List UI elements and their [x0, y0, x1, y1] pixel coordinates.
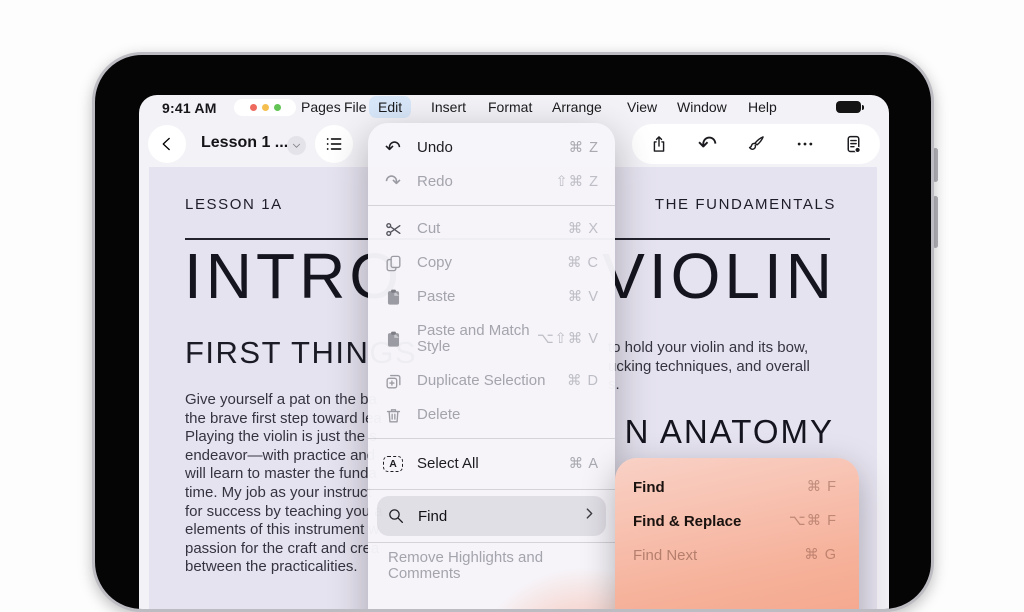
submenu-item-find[interactable]: Find ⌘ F: [615, 470, 859, 504]
menu-arrange[interactable]: Arrange: [552, 99, 602, 115]
select-all-icon: A: [382, 456, 404, 472]
clock: 9:41 AM: [162, 100, 217, 116]
menu-window[interactable]: Window: [677, 99, 727, 115]
menu-file[interactable]: File: [344, 99, 367, 115]
document-view-icon: [843, 134, 864, 155]
submenu-item-find-next[interactable]: Find Next ⌘ G: [615, 538, 859, 572]
menu-item-select-all[interactable]: A Select All ⌘ A: [368, 445, 615, 483]
menu-separator: [368, 205, 615, 206]
chevron-down-icon: [291, 140, 302, 151]
undo-icon: ↶: [698, 133, 717, 156]
document-title-menu-button[interactable]: [287, 136, 306, 155]
battery-icon: [836, 101, 861, 113]
menu-view[interactable]: View: [627, 99, 657, 115]
redo-icon: ↷: [382, 173, 404, 192]
body-line: Playing the violin is just the s: [185, 428, 383, 447]
fundamentals-eyebrow: THE FUNDAMENTALS: [655, 196, 836, 213]
body-line: s.: [608, 376, 810, 395]
menu-pages[interactable]: Pages: [301, 99, 341, 115]
menu-item-paste-and-match-style[interactable]: Paste and Match Style ⌥⇧⌘ V: [368, 314, 615, 364]
menu-item-redo[interactable]: ↷ Redo ⇧⌘ Z: [368, 165, 615, 199]
body-line: time. My job as your instruct: [185, 484, 383, 503]
format-brush-button[interactable]: [745, 133, 767, 155]
back-button[interactable]: [148, 125, 186, 163]
body-line: the brave first step toward lea: [185, 410, 383, 429]
back-chevron-icon: [158, 135, 176, 153]
copy-icon: [382, 254, 404, 273]
body-line: ucking techniques, and overall: [608, 358, 810, 377]
table-of-contents-button[interactable]: [315, 125, 353, 163]
contents-list-icon: [324, 134, 344, 154]
trash-icon: [382, 406, 404, 425]
scissors-icon: [382, 220, 404, 239]
body-line: elements of this instrument w: [185, 521, 383, 540]
find-submenu: Find ⌘ F Find & Replace ⌥⌘ F Find Next ⌘…: [615, 458, 859, 612]
paintbrush-icon: [746, 134, 766, 154]
toolbar-actions: ↶: [632, 124, 880, 164]
menu-insert[interactable]: Insert: [431, 99, 466, 115]
menu-separator: [368, 489, 615, 490]
more-button[interactable]: [794, 133, 816, 155]
body-line: Give yourself a pat on the ba: [185, 391, 383, 410]
menu-item-copy[interactable]: Copy ⌘ C: [368, 246, 615, 280]
menu-bar: 9:41 AM Pages File Edit Insert Format Ar…: [139, 95, 889, 121]
body-line: to hold your violin and its bow,: [608, 339, 810, 358]
document-title[interactable]: Lesson 1 ...: [201, 134, 288, 152]
undo-icon: ↶: [382, 139, 404, 158]
body-line: passion for the craft and crea: [185, 540, 383, 559]
menu-item-remove-highlights-and-comments[interactable]: Remove Highlights and Comments: [368, 549, 615, 583]
screen: 9:41 AM Pages File Edit Insert Format Ar…: [139, 95, 889, 612]
menu-separator: [368, 438, 615, 439]
document-heading-right-fragment: VIOLIN: [602, 238, 836, 315]
body-line: will learn to master the funda: [185, 465, 383, 484]
anatomy-heading-fragment: N ANATOMY: [625, 413, 834, 451]
edit-context-menu: ↶ Undo ⌘ Z ↷ Redo ⇧⌘ Z Cut ⌘ X: [368, 123, 615, 612]
menu-item-undo[interactable]: ↶ Undo ⌘ Z: [368, 131, 615, 165]
toolbar-undo-button[interactable]: ↶: [697, 133, 719, 155]
menu-separator: [368, 542, 615, 543]
submenu-item-find-and-replace[interactable]: Find & Replace ⌥⌘ F: [615, 504, 859, 538]
fullscreen-window-icon[interactable]: [274, 104, 281, 111]
menu-help[interactable]: Help: [748, 99, 777, 115]
view-options-button[interactable]: [842, 133, 864, 155]
menu-item-paste[interactable]: Paste ⌘ V: [368, 280, 615, 314]
duplicate-icon: [382, 372, 404, 391]
body-line: for success by teaching you a: [185, 503, 383, 522]
paste-icon: [382, 288, 404, 307]
close-window-icon[interactable]: [250, 104, 257, 111]
share-button[interactable]: [648, 133, 670, 155]
chevron-right-icon: [583, 507, 596, 525]
body-paragraph-right: to hold your violin and its bow, ucking …: [608, 339, 810, 395]
body-paragraph-left: Give yourself a pat on the ba the brave …: [185, 391, 383, 577]
paste-icon: [382, 330, 404, 349]
menu-item-duplicate-selection[interactable]: Duplicate Selection ⌘ D: [368, 364, 615, 398]
window-traffic-lights[interactable]: [234, 99, 296, 116]
ipad-device-frame: 9:41 AM Pages File Edit Insert Format Ar…: [92, 52, 934, 612]
magnifier-icon: [385, 507, 407, 525]
body-line: between the practicalities.: [185, 558, 383, 577]
lesson-eyebrow: LESSON 1A: [185, 196, 283, 213]
ellipsis-icon: [795, 134, 815, 154]
menu-item-find[interactable]: Find: [377, 496, 606, 536]
menu-edit-active[interactable]: Edit: [369, 96, 411, 118]
menu-item-cut[interactable]: Cut ⌘ X: [368, 212, 615, 246]
menu-format[interactable]: Format: [488, 99, 532, 115]
menu-item-delete[interactable]: Delete: [368, 398, 615, 432]
body-line: endeavor—with practice and: [185, 447, 383, 466]
minimize-window-icon[interactable]: [262, 104, 269, 111]
share-icon: [649, 134, 669, 154]
